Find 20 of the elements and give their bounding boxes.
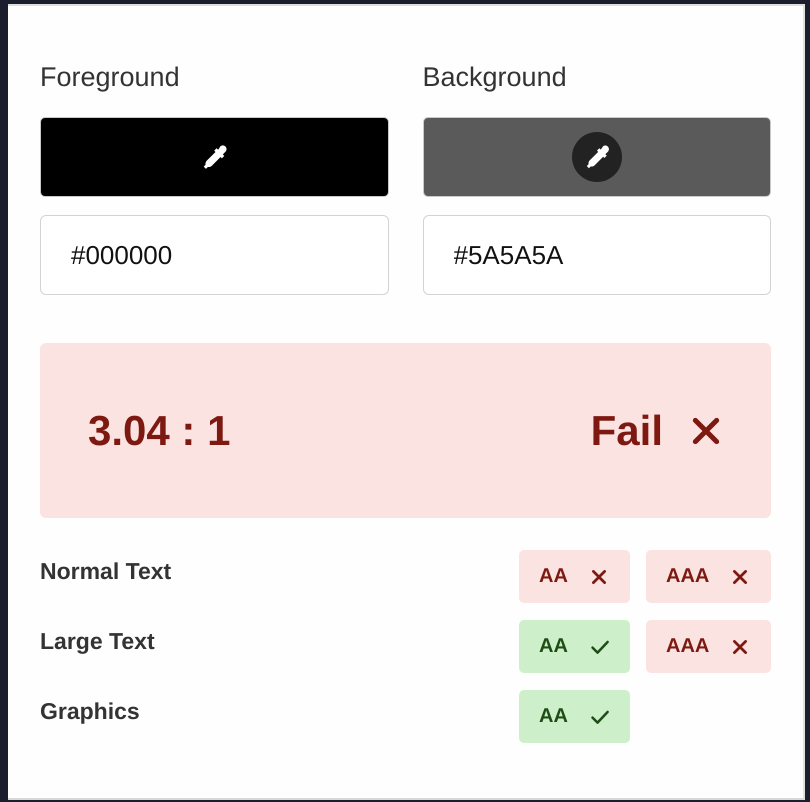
- verdict-text: Fail: [590, 406, 663, 454]
- eyedropper-icon: [572, 132, 622, 182]
- level-label: AAA: [666, 635, 710, 658]
- level-name: Large Text: [40, 627, 156, 655]
- level-label: AAA: [666, 565, 710, 588]
- hex-input[interactable]: #5A5A5A: [422, 215, 771, 295]
- color-swatch[interactable]: [422, 117, 771, 197]
- field-label: Background: [422, 62, 568, 91]
- level-name: Normal Text: [40, 557, 172, 585]
- field-label: Foreground: [40, 62, 181, 91]
- cross-icon: [731, 568, 750, 586]
- cross-icon: [731, 638, 750, 656]
- level-label: AA: [539, 705, 568, 728]
- cross-icon: [590, 568, 608, 586]
- color-swatch[interactable]: [40, 117, 388, 197]
- level-name: Graphics: [40, 697, 141, 725]
- level-label: AA: [539, 565, 568, 588]
- level-label: AA: [539, 635, 568, 658]
- contrast-ratio: 3.04 : 1: [88, 406, 230, 454]
- hex-input[interactable]: #000000: [40, 215, 388, 295]
